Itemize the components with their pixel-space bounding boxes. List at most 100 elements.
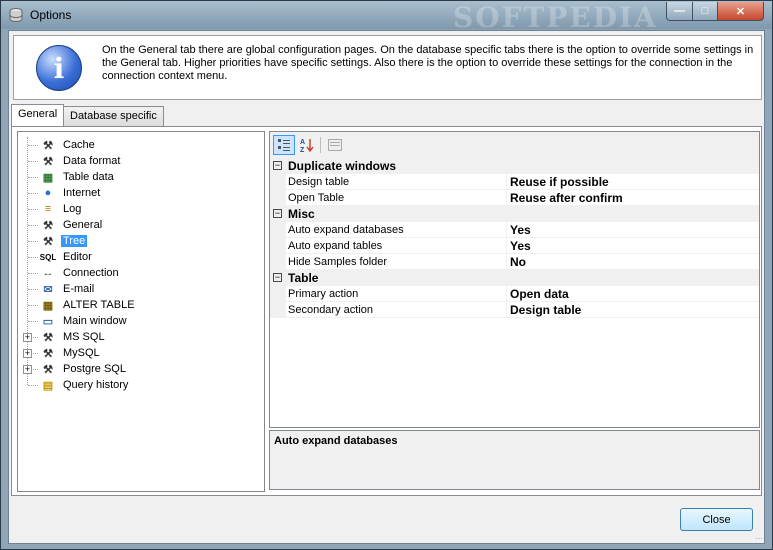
- tree-item-label: Cache: [63, 139, 95, 151]
- category-label: Table: [288, 271, 319, 285]
- column-divider[interactable]: [506, 238, 507, 254]
- tree-item-label: Data format: [63, 155, 121, 167]
- tree-item-internet[interactable]: ● Internet: [40, 185, 102, 201]
- tree-item-mysql[interactable]: ⚒ MySQL: [40, 345, 102, 361]
- tree-guide-branch: [28, 177, 38, 178]
- property-name: Auto expand tables: [288, 240, 383, 252]
- tree-expander-button[interactable]: +: [23, 349, 32, 358]
- options-window: Options SOFTPEDIA — □ ✕ i On the General…: [0, 0, 773, 550]
- tree-item-query-history[interactable]: ▤ Query history: [40, 377, 130, 393]
- tree-item-tree[interactable]: ⚒ Tree: [40, 233, 88, 249]
- categorized-button[interactable]: [273, 135, 295, 155]
- svg-text:A: A: [300, 139, 305, 146]
- tree-item-e-mail[interactable]: ✉ E-mail: [40, 281, 96, 297]
- options-tree[interactable]: ⚒ Cache ⚒ Data format ▦ Table data ● Internet ≡ L…: [17, 131, 265, 492]
- tree-guide-branch: [28, 209, 38, 210]
- connection-icon: ↔: [42, 267, 54, 279]
- tree-item-table-data[interactable]: ▦ Table data: [40, 169, 116, 185]
- mail-icon: ✉: [43, 283, 53, 296]
- description-title: Auto expand databases: [274, 435, 398, 447]
- tree-item-label: MySQL: [63, 347, 100, 359]
- title-bar[interactable]: Options SOFTPEDIA — □ ✕: [1, 1, 772, 34]
- tab-panel-general: ⚒ Cache ⚒ Data format ▦ Table data ● Internet ≡ L…: [11, 126, 762, 496]
- tab-database-specific[interactable]: Database specific: [63, 106, 164, 126]
- tree-guide-branch: [28, 305, 38, 306]
- property-value[interactable]: Design table: [510, 303, 581, 317]
- tree-item-data-format[interactable]: ⚒ Data format: [40, 153, 122, 169]
- minimize-button[interactable]: —: [666, 2, 693, 21]
- property-category[interactable]: − Misc: [270, 206, 759, 222]
- tree-item-label: Query history: [63, 379, 129, 391]
- tree-item-cache[interactable]: ⚒ Cache: [40, 137, 97, 153]
- property-name: Open Table: [288, 192, 345, 204]
- collapse-icon[interactable]: −: [273, 273, 282, 282]
- tree-item-label: Internet: [63, 187, 101, 199]
- column-divider[interactable]: [506, 302, 507, 318]
- tree-item-label: Connection: [63, 267, 119, 279]
- property-grid-toolbar: A Z: [270, 132, 759, 158]
- tree-item-label: Table data: [63, 171, 114, 183]
- tools-icon: ⚒: [43, 219, 53, 232]
- tree-item-label: General: [63, 219, 103, 231]
- property-grid-rows: − Duplicate windows Design table Reuse if p…: [270, 158, 759, 318]
- column-divider[interactable]: [506, 174, 507, 190]
- tree-item-label: MS SQL: [63, 331, 105, 343]
- property-row[interactable]: Auto expand databases Yes: [270, 222, 759, 238]
- collapse-icon[interactable]: −: [273, 209, 282, 218]
- property-category[interactable]: − Duplicate windows: [270, 158, 759, 174]
- tree-item-label: Editor: [63, 251, 92, 263]
- category-label: Misc: [288, 207, 315, 221]
- property-row[interactable]: Secondary action Design table: [270, 302, 759, 318]
- resize-grip[interactable]: ⋯: [755, 534, 763, 543]
- property-pages-button[interactable]: [324, 135, 346, 155]
- row-gutter: [270, 190, 286, 206]
- tree-item-alter-table[interactable]: ▦ ALTER TABLE: [40, 297, 137, 313]
- column-divider[interactable]: [506, 190, 507, 206]
- tree-item-label: Log: [63, 203, 82, 215]
- tools-icon: ⚒: [43, 155, 53, 168]
- property-row[interactable]: Primary action Open data: [270, 286, 759, 302]
- tree-item-main-window[interactable]: ▭ Main window: [40, 313, 129, 329]
- tree-item-label: ALTER TABLE: [63, 299, 135, 311]
- tree-item-log[interactable]: ≡ Log: [40, 201, 83, 217]
- svg-text:Z: Z: [300, 147, 305, 153]
- property-value[interactable]: Reuse after confirm: [510, 191, 623, 205]
- tree-item-ms-sql[interactable]: ⚒ MS SQL: [40, 329, 107, 345]
- alphabetical-button[interactable]: A Z: [296, 135, 318, 155]
- property-value[interactable]: Yes: [510, 223, 531, 237]
- tree-expander-button[interactable]: +: [23, 333, 32, 342]
- column-divider[interactable]: [506, 222, 507, 238]
- tree-guide-branch: [28, 385, 38, 386]
- property-value[interactable]: Reuse if possible: [510, 175, 609, 189]
- column-divider[interactable]: [506, 286, 507, 302]
- tools-icon: ⚒: [43, 363, 53, 376]
- toolbar-separator: [320, 137, 321, 153]
- history-icon: ▤: [42, 379, 54, 392]
- property-category[interactable]: − Table: [270, 270, 759, 286]
- property-value[interactable]: Open data: [510, 287, 569, 301]
- property-row[interactable]: Hide Samples folder No: [270, 254, 759, 270]
- close-window-button[interactable]: ✕: [717, 2, 764, 21]
- column-divider[interactable]: [506, 254, 507, 270]
- property-row[interactable]: Auto expand tables Yes: [270, 238, 759, 254]
- collapse-icon[interactable]: −: [273, 161, 282, 170]
- property-name: Design table: [288, 176, 350, 188]
- tree-item-label: Tree: [61, 235, 88, 247]
- row-gutter: [270, 302, 286, 318]
- close-button[interactable]: Close: [680, 508, 753, 531]
- tree-guide-branch: [28, 273, 38, 274]
- property-row[interactable]: Open Table Reuse after confirm: [270, 190, 759, 206]
- tree-item-connection[interactable]: ↔ Connection: [40, 265, 121, 281]
- database-icon: [9, 8, 23, 23]
- property-row[interactable]: Design table Reuse if possible: [270, 174, 759, 190]
- property-value[interactable]: No: [510, 255, 526, 269]
- tree-item-editor[interactable]: SQL Editor: [40, 249, 94, 265]
- tree-item-postgre-sql[interactable]: ⚒ Postgre SQL: [40, 361, 128, 377]
- tab-general[interactable]: General: [11, 104, 65, 126]
- tree-item-general[interactable]: ⚒ General: [40, 217, 104, 233]
- tree-expander-button[interactable]: +: [23, 365, 32, 374]
- property-value[interactable]: Yes: [510, 239, 531, 253]
- maximize-button[interactable]: □: [692, 2, 718, 21]
- minimize-icon: —: [674, 5, 685, 17]
- row-gutter: [270, 222, 286, 238]
